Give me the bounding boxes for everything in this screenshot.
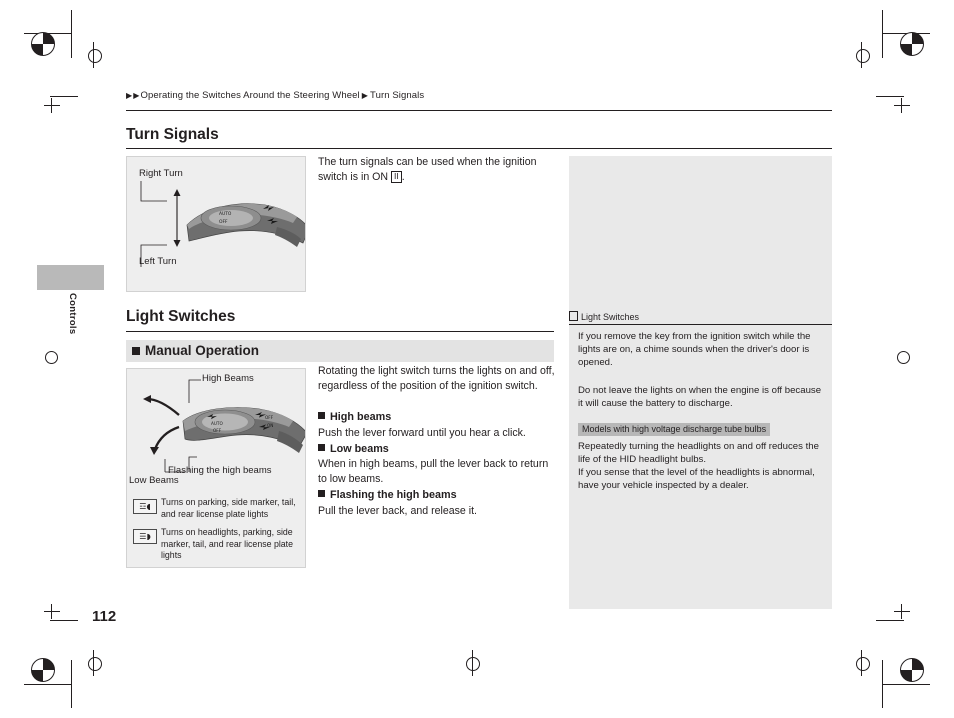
- info-paragraph-3: Repeatedly turning the headlights on and…: [578, 441, 819, 466]
- light-switch-illustration: AUTO OFF OFF ON: [143, 379, 305, 473]
- page-number: 112: [92, 608, 117, 625]
- parking-lights-icon: ☲◖: [133, 499, 157, 514]
- info-panel: [569, 156, 832, 609]
- subsection-manual-operation-label: Manual Operation: [145, 343, 260, 358]
- breadcrumb-rule: [126, 110, 832, 111]
- subsection-bullet-icon: [132, 347, 140, 355]
- light-switches-intro: Rotating the light switch turns the ligh…: [318, 365, 555, 392]
- breadcrumb-separator-icon: ▶: [361, 91, 369, 100]
- breadcrumb-part-2: Turn Signals: [370, 90, 425, 101]
- svg-text:OFF: OFF: [219, 219, 228, 225]
- low-beams-heading: Low beams: [318, 443, 389, 455]
- info-paragraph-2: Do not leave the lights on when the engi…: [578, 385, 822, 410]
- turn-signals-intro-line2: switch is in ON: [318, 170, 389, 183]
- info-paragraph-4: If you sense that the level of the headl…: [578, 467, 815, 492]
- low-beams-text: When in high beams, pull the lever back …: [318, 458, 549, 485]
- manual-page: ▶▶Operating the Switches Around the Stee…: [0, 0, 954, 718]
- low-beams-heading-label: Low beams: [330, 443, 389, 455]
- high-beams-heading-label: High beams: [330, 411, 392, 423]
- svg-text:OFF: OFF: [213, 428, 222, 433]
- subsection-manual-operation: Manual Operation: [126, 340, 554, 362]
- breadcrumb-part-1: Operating the Switches Around the Steeri…: [140, 90, 360, 101]
- breadcrumb-arrow-icon-2: ▶: [133, 91, 140, 100]
- flashing-high-beams-heading: Flashing the high beams: [318, 489, 457, 501]
- flashing-high-beams-bullet-icon: [318, 490, 325, 497]
- light-switch-figure: High Beams Flashing the high beams Low B…: [126, 368, 306, 568]
- ignition-on-key-icon: II: [391, 170, 402, 183]
- svg-text:AUTO: AUTO: [211, 421, 223, 426]
- turn-signal-illustration: AUTO OFF: [140, 181, 305, 267]
- svg-text:AUTO: AUTO: [219, 211, 232, 217]
- info-highlight-badge: Models with high voltage discharge tube …: [578, 423, 771, 436]
- headlights-icon: ☰◗: [133, 529, 157, 544]
- breadcrumb-arrow-icon: ▶: [126, 91, 133, 100]
- page-title-turn-signals: Turn Signals: [126, 126, 219, 143]
- light-switches-rule: [126, 331, 554, 332]
- parking-lights-legend-text: Turns on parking, side marker, tail, and…: [161, 497, 296, 519]
- high-beams-heading: High beams: [318, 411, 391, 423]
- turn-signals-rule: [126, 148, 832, 149]
- info-panel-title: Light Switches: [569, 311, 832, 322]
- high-beams-bullet-icon: [318, 412, 325, 419]
- turn-signal-figure: Right Turn Left Turn AUTO OFF: [126, 156, 306, 292]
- info-paragraph-1: If you remove the key from the ignition …: [578, 331, 811, 369]
- breadcrumb: ▶▶Operating the Switches Around the Stee…: [126, 90, 424, 101]
- flashing-high-beams-text: Pull the lever back, and release it.: [318, 505, 477, 517]
- turn-signals-intro-period: .: [401, 170, 405, 183]
- low-beams-bullet-icon: [318, 444, 325, 451]
- page-title-light-switches: Light Switches: [126, 308, 236, 325]
- turn-signals-intro: The turn signals can be used when the ig…: [318, 155, 558, 184]
- svg-text:OFF: OFF: [265, 415, 274, 420]
- info-panel-rule: [569, 324, 832, 325]
- info-panel-title-label: Light Switches: [581, 312, 640, 322]
- flashing-high-beams-heading-label: Flashing the high beams: [330, 489, 457, 501]
- info-marker-icon: [569, 311, 578, 321]
- high-beams-text: Push the lever forward until you hear a …: [318, 427, 526, 439]
- chapter-tab-label: Controls: [67, 293, 78, 335]
- turn-signals-intro-line1: The turn signals can be used when the ig…: [318, 156, 537, 168]
- chapter-tab: [37, 265, 104, 290]
- headlights-legend-text: Turns on headlights, parking, side marke…: [161, 527, 294, 561]
